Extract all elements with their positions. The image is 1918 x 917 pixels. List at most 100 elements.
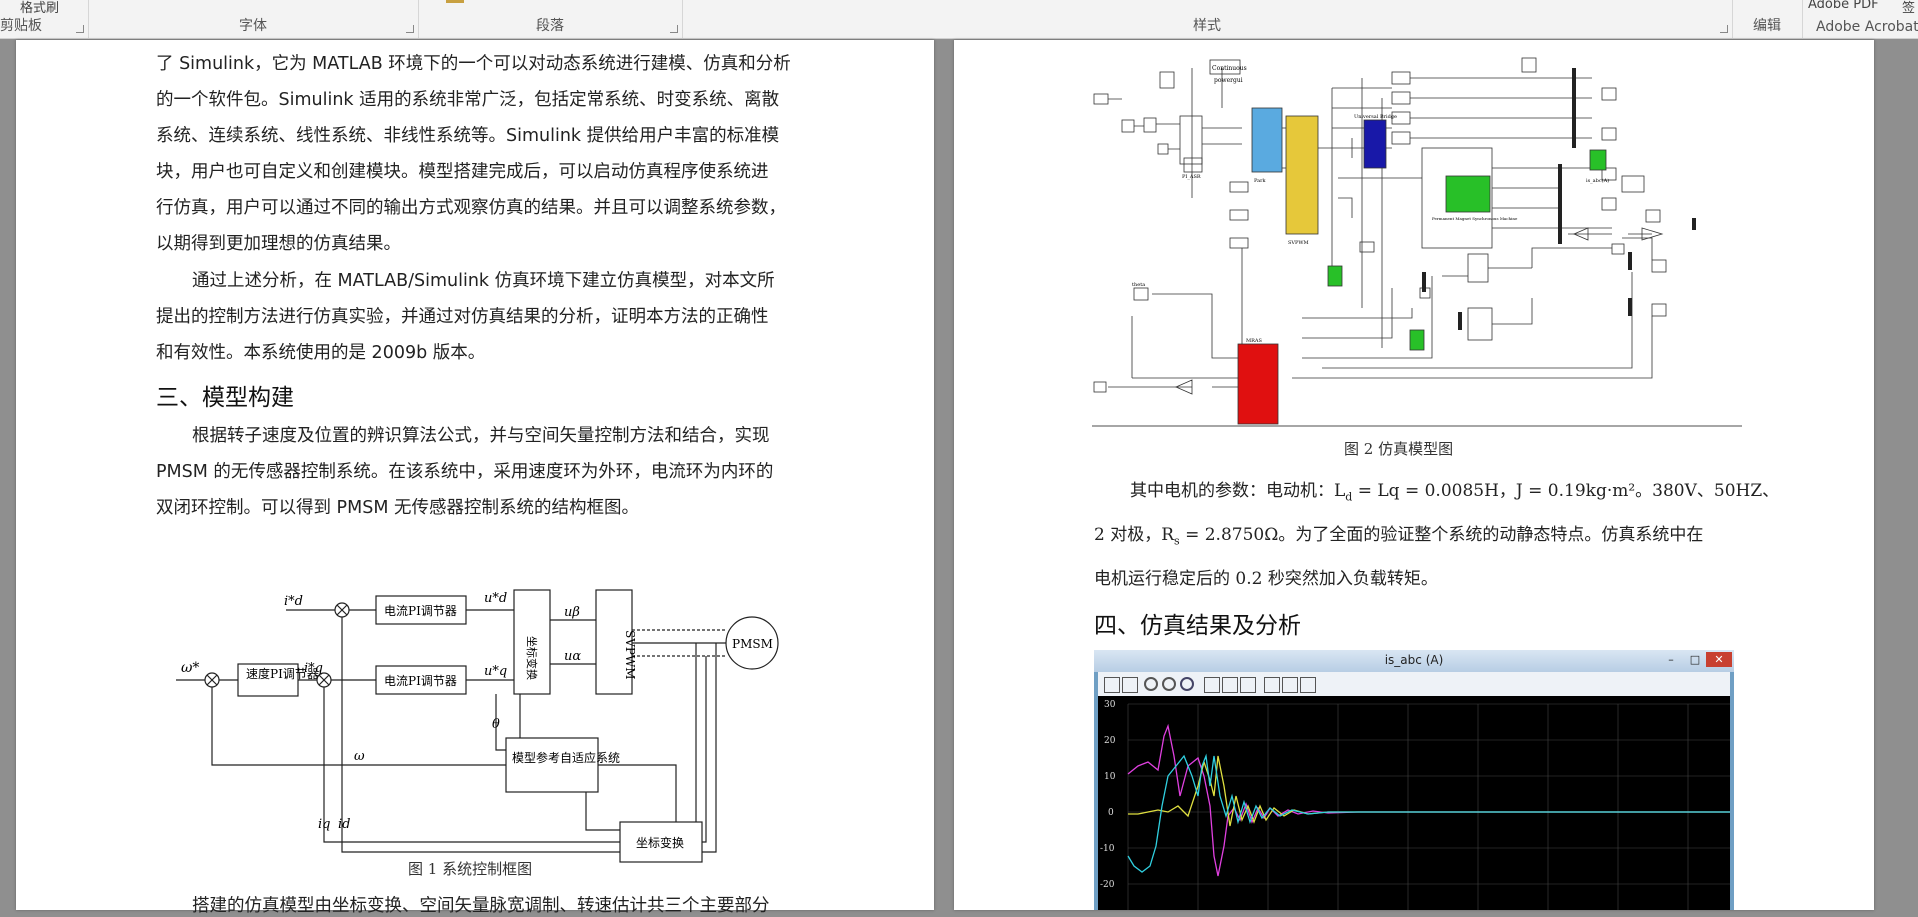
para2-line: 通过上述分析，在 MATLAB/Simulink 仿真环境下建立仿真模型，对本文… xyxy=(192,271,775,291)
model-label: Universal Bridge xyxy=(1354,114,1397,120)
model-label: powergui xyxy=(1214,77,1243,84)
svg-text:u*q: u*q xyxy=(484,664,507,679)
y-tick: -10 xyxy=(1100,844,1115,854)
dialog-launcher-icon[interactable] xyxy=(406,25,414,33)
signal-selector-icon[interactable] xyxy=(1300,677,1316,693)
maximize-icon[interactable]: □ xyxy=(1684,652,1706,667)
acrobat-group: Adobe PDF 签 Adobe Acrobat xyxy=(1802,0,1918,38)
y-tick: 10 xyxy=(1104,772,1116,782)
svg-text:uβ: uβ xyxy=(564,605,580,620)
close-icon[interactable]: ✕ xyxy=(1706,652,1732,667)
editing-group-label: 编辑 xyxy=(1753,18,1781,34)
current-pi-label-bottom: 电流PI调节器 xyxy=(384,674,457,688)
lock-axes-icon[interactable] xyxy=(1282,677,1298,693)
format-painter-label[interactable]: 格式刷 xyxy=(20,0,59,16)
pmsm-block[interactable] xyxy=(1445,175,1491,213)
font-group: 字体 xyxy=(88,0,419,38)
left-page[interactable]: 了 Simulink，它为 MATLAB 环境下的一个可以对动态系统进行建模、仿… xyxy=(16,40,934,916)
scope-title: is_abc (A) xyxy=(1384,653,1444,667)
para3-line: 双闭环控制。可以得到 PMSM 无传感器控制系统的结构框图。 xyxy=(156,498,639,518)
paragraph-icon[interactable] xyxy=(446,0,464,3)
para1-line: 了 Simulink，它为 MATLAB 环境下的一个可以对动态系统进行建模、仿… xyxy=(156,54,791,74)
restore-axes-icon[interactable] xyxy=(1240,677,1256,693)
para3-line: 根据转子速度及位置的辨识算法公式，并与空间矢量控制方法和结合，实现 xyxy=(192,426,770,446)
zoom-icon[interactable] xyxy=(1144,677,1158,691)
zoom-x-icon[interactable] xyxy=(1162,677,1176,691)
sign-label[interactable]: 签 xyxy=(1902,0,1915,16)
universal-bridge-block[interactable] xyxy=(1363,119,1387,169)
model-label: Continuous xyxy=(1212,65,1247,72)
section-heading-3: 三、模型构建 xyxy=(156,385,294,411)
para1-line: 块，用户也可自定义和创建模块。模型搭建完成后，可以启动仿真程序使系统进 xyxy=(156,162,769,182)
autoscale-icon[interactable] xyxy=(1204,677,1220,693)
scope-trace-magenta xyxy=(1127,723,1730,877)
model-label: MRAS xyxy=(1246,338,1262,344)
svg-text:u*d: u*d xyxy=(484,591,507,606)
current-pi-label-top: 电流PI调节器 xyxy=(384,604,457,618)
model-label: Park xyxy=(1254,178,1267,184)
section-heading-4: 四、仿真结果及分析 xyxy=(1094,613,1301,639)
model-label: theta xyxy=(1132,282,1145,288)
model-label: SVPWM xyxy=(1288,240,1309,246)
para1-line: 以期得到更加理想的仿真结果。 xyxy=(156,234,401,254)
font-group-label: 字体 xyxy=(239,18,267,34)
park-block[interactable] xyxy=(1251,107,1283,173)
editing-group: 编辑 xyxy=(1732,0,1803,38)
para1-line: 的一个软件包。Simulink 适用的系统非常广泛，包括定常系统、时变系统、离散 xyxy=(156,90,780,110)
minimize-icon[interactable]: – xyxy=(1660,652,1682,667)
speed-display-block[interactable] xyxy=(1327,265,1343,287)
is-abc-scope-block[interactable] xyxy=(1589,149,1607,171)
y-tick: 30 xyxy=(1104,700,1116,710)
floating-scope-icon[interactable] xyxy=(1264,677,1280,693)
scope-titlebar[interactable]: is_abc (A) – □ ✕ xyxy=(1094,650,1734,672)
control-block-diagram: ω* 速度PI调节器 i*d i*q 电流PI调节器 电流PI调节器 u*d u… xyxy=(176,589,779,863)
torque-display-block[interactable] xyxy=(1409,329,1425,351)
clipboard-group-label: 剪贴板 xyxy=(0,18,42,34)
save-axes-icon[interactable] xyxy=(1222,677,1238,693)
model-label: Permanent Magnet Synchronous Machine xyxy=(1432,216,1518,221)
svg-text:uα: uα xyxy=(564,649,581,664)
model-label: PI_ASR xyxy=(1182,174,1201,180)
right-page[interactable]: Continuous powergui PI_ASR Park SVPWM Un… xyxy=(954,40,1874,910)
svpwm-block[interactable] xyxy=(1285,115,1319,235)
ribbon: 格式刷 剪贴板 字体 段落 样式 编辑 Adobe PDF 签 Adobe Ac… xyxy=(0,0,1918,39)
para2-line: 提出的控制方法进行仿真实验，并通过对仿真结果的分析，证明本方法的正确性 xyxy=(156,307,769,327)
svpwm-label: SVPWM xyxy=(623,630,637,680)
acrobat-group-label: Adobe Acrobat xyxy=(1816,19,1918,35)
scope-trace-yellow xyxy=(1128,755,1730,827)
para3-line: PMSM 的无传感器控制系统。在该系统中，采用速度环为外环，电流环为内环的 xyxy=(156,462,774,482)
clipboard-group: 格式刷 剪贴板 xyxy=(0,0,89,38)
scope-window[interactable]: is_abc (A) – □ ✕ 30 20 10 0 -10 -20 xyxy=(1094,650,1734,910)
coord-transform-label: 坐标变换 xyxy=(525,636,539,680)
y-tick: 0 xyxy=(1108,808,1114,818)
dialog-launcher-icon[interactable] xyxy=(76,25,84,33)
param-line-3: 电机运行稳定后的 0.2 秒突然加入负载转矩。 xyxy=(1094,569,1438,589)
param-line-1: 其中电机的参数：电动机：Ld = Lq = 0.0085H，J = 0.19kg… xyxy=(1130,481,1780,504)
param-line-2: 2 对极，Rs = 2.8750Ω。为了全面的验证整个系统的动静态特点。仿真系统… xyxy=(1094,525,1704,548)
scope-plot[interactable]: 30 20 10 0 -10 -20 xyxy=(1098,696,1730,910)
simulink-model-diagram: Continuous powergui PI_ASR Park SVPWM Un… xyxy=(1092,57,1742,427)
svg-text:iq: iq xyxy=(318,817,330,832)
svg-text:ω*: ω* xyxy=(181,660,199,676)
styles-group-label: 样式 xyxy=(1193,18,1221,34)
figure1-caption: 图 1 系统控制框图 xyxy=(408,860,533,878)
dialog-launcher-icon[interactable] xyxy=(1720,25,1728,33)
pmsm-label: PMSM xyxy=(732,637,773,651)
svg-text:i*d: i*d xyxy=(284,594,303,609)
coord-transform2-label: 坐标变换 xyxy=(636,835,684,850)
print-icon[interactable] xyxy=(1104,677,1120,693)
y-tick: -20 xyxy=(1100,880,1115,890)
mras-block[interactable] xyxy=(1237,343,1279,425)
adobe-pdf-label[interactable]: Adobe PDF xyxy=(1808,0,1879,12)
scope-toolbar xyxy=(1098,672,1730,696)
scope-trace-cyan xyxy=(1127,753,1730,873)
svg-text:θ: θ xyxy=(492,717,500,732)
paragraph-group: 段落 xyxy=(418,0,683,38)
para1-line: 系统、连续系统、线性系统、非线性系统等。Simulink 提供给用户丰富的标准模 xyxy=(156,126,780,146)
mras-label: 模型参考自适应系统 xyxy=(512,750,620,765)
para2-line: 和有效性。本系统使用的是 2009b 版本。 xyxy=(156,343,486,363)
dialog-launcher-icon[interactable] xyxy=(670,25,678,33)
parameters-icon[interactable] xyxy=(1122,677,1138,693)
svg-text:id: id xyxy=(338,817,350,832)
zoom-y-icon[interactable] xyxy=(1180,677,1194,691)
